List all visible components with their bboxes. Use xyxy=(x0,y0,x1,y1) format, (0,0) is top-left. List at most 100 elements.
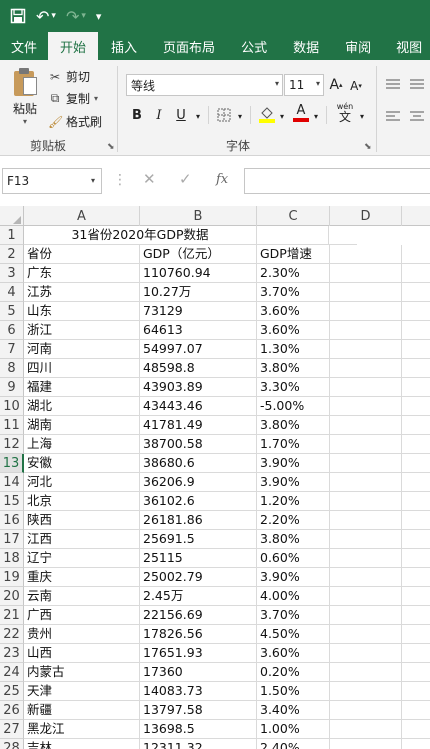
gdp-cell[interactable]: 73129 xyxy=(140,302,257,321)
gdp-cell[interactable]: 48598.8 xyxy=(140,359,257,378)
empty-cell[interactable] xyxy=(257,226,329,245)
growth-cell[interactable]: 3.90% xyxy=(257,454,330,473)
row-header[interactable]: 5 xyxy=(0,302,24,321)
format-painter-button[interactable]: 🖌 格式刷 xyxy=(48,113,102,130)
chevron-down-icon[interactable]: ▾ xyxy=(91,176,95,185)
insert-function-icon[interactable]: fx xyxy=(216,172,228,187)
growth-cell[interactable]: 3.70% xyxy=(257,606,330,625)
empty-cell[interactable] xyxy=(330,720,402,739)
province-cell[interactable]: 山西 xyxy=(24,644,140,663)
empty-cell[interactable] xyxy=(330,568,402,587)
row-header[interactable]: 23 xyxy=(0,644,24,663)
growth-cell[interactable]: 4.00% xyxy=(257,587,330,606)
gdp-cell[interactable]: 17826.56 xyxy=(140,625,257,644)
row-header[interactable]: 28 xyxy=(0,739,24,749)
province-cell[interactable]: 北京 xyxy=(24,492,140,511)
empty-cell[interactable] xyxy=(402,397,430,416)
formula-input[interactable] xyxy=(244,168,430,194)
tab-formulas[interactable]: 公式 xyxy=(228,32,280,60)
chevron-down-icon[interactable]: ▾ xyxy=(316,79,320,88)
growth-cell[interactable]: 3.90% xyxy=(257,473,330,492)
gdp-cell[interactable]: 43443.46 xyxy=(140,397,257,416)
growth-cell[interactable]: 3.60% xyxy=(257,302,330,321)
province-cell[interactable]: 江西 xyxy=(24,530,140,549)
chevron-down-icon[interactable]: ▾ xyxy=(275,79,279,88)
empty-cell[interactable] xyxy=(330,473,402,492)
growth-cell[interactable]: 1.50% xyxy=(257,682,330,701)
row-header[interactable]: 14 xyxy=(0,473,24,492)
empty-cell[interactable] xyxy=(330,701,402,720)
province-cell[interactable]: 安徽 xyxy=(24,454,140,473)
chevron-down-icon[interactable]: ▾ xyxy=(278,106,286,126)
phonetic-icon[interactable]: wén 文 xyxy=(334,102,356,123)
empty-cell[interactable] xyxy=(402,378,430,397)
empty-cell[interactable] xyxy=(402,682,430,701)
font-name-select[interactable]: 等线 ▾ xyxy=(126,74,283,96)
gdp-cell[interactable]: 25002.79 xyxy=(140,568,257,587)
chevron-down-icon[interactable]: ▾ xyxy=(23,117,27,126)
empty-cell[interactable] xyxy=(330,587,402,606)
row-header[interactable]: 8 xyxy=(0,359,24,378)
align-center-icon[interactable] xyxy=(408,106,426,126)
empty-cell[interactable] xyxy=(330,644,402,663)
gdp-cell[interactable]: 17360 xyxy=(140,663,257,682)
chevron-down-icon[interactable]: ▾ xyxy=(358,106,366,126)
province-cell[interactable]: 广西 xyxy=(24,606,140,625)
province-cell[interactable]: 内蒙古 xyxy=(24,663,140,682)
tab-data[interactable]: 数据 xyxy=(280,32,332,60)
tab-review[interactable]: 审阅 xyxy=(332,32,384,60)
growth-cell[interactable]: 0.20% xyxy=(257,663,330,682)
empty-cell[interactable] xyxy=(402,302,430,321)
sheet-title-cell[interactable]: 31省份2020年GDP数据 xyxy=(24,226,257,245)
empty-cell[interactable] xyxy=(402,701,430,720)
empty-cell[interactable] xyxy=(402,720,430,739)
gdp-cell[interactable]: 13698.5 xyxy=(140,720,257,739)
chevron-down-icon[interactable]: ▾ xyxy=(51,11,56,21)
growth-cell[interactable]: 3.40% xyxy=(257,701,330,720)
row-header[interactable]: 11 xyxy=(0,416,24,435)
gdp-cell[interactable]: 10.27万 xyxy=(140,283,257,302)
growth-cell[interactable]: 3.90% xyxy=(257,568,330,587)
empty-cell[interactable] xyxy=(402,625,430,644)
empty-cell[interactable] xyxy=(402,644,430,663)
name-box[interactable]: F13 ▾ xyxy=(2,168,102,194)
chevron-down-icon[interactable]: ▾ xyxy=(94,94,98,103)
column-header-c[interactable]: C xyxy=(257,206,330,226)
gdp-cell[interactable]: 14083.73 xyxy=(140,682,257,701)
row-header[interactable]: 4 xyxy=(0,283,24,302)
row-header[interactable]: 27 xyxy=(0,720,24,739)
growth-cell[interactable]: 1.30% xyxy=(257,340,330,359)
empty-cell[interactable] xyxy=(329,226,357,245)
gdp-cell[interactable]: 43903.89 xyxy=(140,378,257,397)
empty-cell[interactable] xyxy=(402,264,430,283)
empty-cell[interactable] xyxy=(330,663,402,682)
empty-cell[interactable] xyxy=(330,492,402,511)
fill-color-icon[interactable] xyxy=(258,104,276,124)
row-header[interactable]: 7 xyxy=(0,340,24,359)
cancel-icon[interactable]: ✕ xyxy=(143,170,156,188)
align-left-icon[interactable] xyxy=(384,106,402,126)
province-cell[interactable]: 河南 xyxy=(24,340,140,359)
dialog-launcher-icon[interactable]: ⬊ xyxy=(364,142,372,152)
row-header[interactable]: 16 xyxy=(0,511,24,530)
align-top-icon[interactable] xyxy=(384,74,402,94)
empty-cell[interactable] xyxy=(330,245,402,264)
align-middle-icon[interactable] xyxy=(408,74,426,94)
row-header[interactable]: 21 xyxy=(0,606,24,625)
province-cell[interactable]: 陕西 xyxy=(24,511,140,530)
row-header[interactable]: 20 xyxy=(0,587,24,606)
column-header-b[interactable]: B xyxy=(140,206,257,226)
gdp-cell[interactable]: 41781.49 xyxy=(140,416,257,435)
header-cell[interactable]: GDP（亿元） xyxy=(140,245,257,264)
empty-cell[interactable] xyxy=(402,340,430,359)
growth-cell[interactable]: 1.70% xyxy=(257,435,330,454)
bold-icon[interactable]: B xyxy=(130,105,144,125)
empty-cell[interactable] xyxy=(402,473,430,492)
empty-cell[interactable] xyxy=(330,340,402,359)
empty-cell[interactable] xyxy=(330,606,402,625)
row-header[interactable]: 15 xyxy=(0,492,24,511)
underline-icon[interactable]: U xyxy=(174,105,188,125)
header-cell[interactable]: GDP增速 xyxy=(257,245,330,264)
growth-cell[interactable]: 3.80% xyxy=(257,530,330,549)
empty-cell[interactable] xyxy=(402,359,430,378)
